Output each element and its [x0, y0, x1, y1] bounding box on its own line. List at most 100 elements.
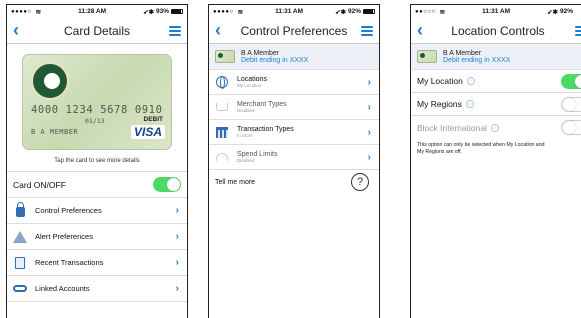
bluetooth-icon: ➶✱ [143, 8, 154, 16]
block-international-toggle[interactable] [561, 120, 581, 135]
phone-screen-location-controls: ●●○○○ ≋ 11:31 AM ➶✱ 92% ‹ Location Control… [410, 4, 581, 318]
block-international-row: Block International i [411, 116, 581, 139]
card-onoff-toggle[interactable] [153, 177, 181, 192]
linked-accounts-row[interactable]: Linked Accounts › [7, 276, 187, 302]
nav-bar: ‹ Location Controls [411, 18, 581, 44]
card-expiry: 01/13 [85, 117, 105, 125]
info-icon[interactable]: i [466, 77, 475, 85]
card-ending-text: Debit ending in XXXX [443, 56, 511, 64]
hamburger-menu-icon[interactable] [169, 26, 181, 36]
spend-limits-row[interactable]: Spend Limits Disabled › [209, 145, 379, 170]
signal-icon: ●●●●○ [11, 8, 32, 15]
card-hint-text: Tap the card to see more details [54, 158, 140, 164]
back-chevron-icon[interactable]: ‹ [13, 21, 19, 39]
hamburger-menu-icon[interactable] [575, 26, 581, 36]
nav-bar: ‹ Card Details [7, 18, 187, 44]
row-subtitle: In Store [237, 133, 253, 138]
row-title: Spend Limits [237, 151, 278, 158]
alert-preferences-row[interactable]: Alert Preferences › [7, 224, 187, 250]
battery-percent: 92% [347, 8, 361, 15]
lock-icon [13, 202, 27, 218]
bluetooth-icon: ➶✱ [335, 8, 346, 16]
card-thumbnail [417, 50, 437, 63]
row-label: My Location [417, 76, 463, 86]
page-title: Card Details [63, 23, 131, 38]
row-title: Transaction Types [237, 126, 294, 133]
status-bar: ●●●●○ ≋ 11:28 AM ➶✱ 93% [7, 5, 187, 18]
credit-union-logo [31, 62, 69, 100]
help-icon[interactable]: ? [351, 173, 369, 191]
chevron-right-icon: › [175, 231, 179, 242]
status-time: 11:28 AM [78, 8, 107, 15]
wifi-icon: ≋ [237, 8, 244, 16]
card-onoff-label: Card ON/OFF [13, 179, 66, 190]
my-regions-row: My Regions i [411, 93, 581, 116]
phone-screen-control-preferences: ●●●●○ ≋ 11:31 AM ➶✱ 92% ‹ Control Preferen… [208, 4, 380, 318]
phone-screen-card-details: ●●●●○ ≋ 11:28 AM ➶✱ 93% ‹ Card Details 400… [6, 4, 188, 318]
row-label: Block International [417, 122, 487, 133]
my-location-toggle[interactable] [561, 73, 581, 89]
gauge-icon [215, 150, 229, 164]
nav-bar: ‹ Control Preferences [209, 18, 379, 44]
row-subtitle: Disabled [237, 158, 255, 163]
card-number: 4000 1234 5678 0910 [31, 104, 163, 116]
status-bar: ●●○○○ ≋ 11:31 AM ➶✱ 92% [411, 5, 581, 18]
row-label: Linked Accounts [35, 284, 90, 293]
merchant-types-row[interactable]: Merchant Types Disabled › [209, 95, 379, 120]
chevron-right-icon: › [175, 283, 179, 294]
block-international-note: This option can only be selected when My… [417, 142, 545, 155]
control-preferences-row[interactable]: Control Preferences › [7, 198, 187, 224]
chevron-right-icon: › [367, 126, 371, 138]
recent-transactions-row[interactable]: Recent Transactions › [7, 250, 187, 276]
battery-percent: 92% [559, 8, 573, 15]
member-header: B A Member Debit ending in XXXX [411, 44, 581, 70]
battery-icon [362, 9, 375, 14]
row-title: Locations [237, 76, 267, 83]
status-time: 11:31 AM [482, 8, 511, 15]
member-name: B A Member [443, 49, 482, 57]
tell-me-more-row: Tell me more ? [209, 170, 379, 195]
back-chevron-icon[interactable]: ‹ [417, 21, 423, 39]
hamburger-menu-icon[interactable] [361, 26, 373, 36]
tell-me-more-label: Tell me more [215, 179, 256, 186]
debit-card-image[interactable]: 4000 1234 5678 0910 01/13 B A MEMBER DEB… [22, 54, 172, 150]
status-time: 11:31 AM [275, 8, 304, 15]
row-subtitle: My Location [237, 83, 262, 88]
info-icon[interactable]: i [490, 123, 499, 132]
bank-icon [215, 125, 229, 139]
row-label: Alert Preferences [35, 232, 93, 241]
member-header: B A Member Debit ending in XXXX [209, 44, 379, 70]
battery-percent: 93% [155, 8, 169, 15]
card-section: 4000 1234 5678 0910 01/13 B A MEMBER DEB… [7, 44, 187, 172]
visa-logo: VISA [130, 125, 165, 139]
row-label: Control Preferences [35, 206, 102, 215]
row-label: My Regions [417, 99, 462, 109]
card-type: DEBIT [143, 116, 164, 123]
warning-icon [13, 230, 27, 244]
card-ending-text: Debit ending in XXXX [241, 56, 309, 64]
back-chevron-icon[interactable]: ‹ [215, 21, 221, 39]
chevron-right-icon: › [175, 257, 179, 268]
signal-icon: ●●○○○ [415, 8, 436, 15]
row-title: Merchant Types [237, 101, 287, 108]
globe-icon [215, 75, 229, 89]
status-bar: ●●●●○ ≋ 11:31 AM ➶✱ 92% [209, 5, 379, 18]
wifi-icon: ≋ [35, 8, 42, 16]
my-regions-toggle[interactable] [561, 96, 581, 112]
row-label: Recent Transactions [35, 258, 104, 267]
transaction-types-row[interactable]: Transaction Types In Store › [209, 120, 379, 145]
card-thumbnail [215, 50, 235, 63]
link-icon [13, 282, 27, 296]
wifi-icon: ≋ [439, 8, 446, 16]
card-onoff-row: Card ON/OFF [7, 172, 187, 198]
locations-row[interactable]: Locations My Location › [209, 70, 379, 95]
page-title: Control Preferences [240, 23, 348, 38]
cart-icon [215, 100, 229, 114]
cardholder-name: B A MEMBER [31, 128, 79, 136]
chevron-right-icon: › [367, 101, 371, 113]
my-location-row: My Location i [411, 70, 581, 93]
member-name: B A Member [241, 49, 280, 57]
chevron-right-icon: › [367, 76, 371, 88]
info-icon[interactable]: i [465, 100, 474, 108]
chevron-right-icon: › [175, 205, 179, 216]
